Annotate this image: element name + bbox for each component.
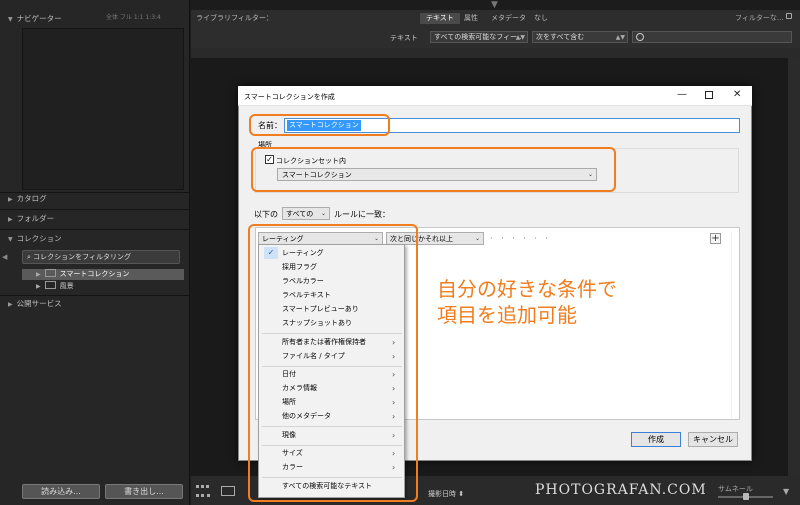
create-button[interactable]: 作成 (631, 432, 681, 447)
grid-view-icon[interactable] (196, 485, 210, 497)
minimize-icon[interactable]: — (677, 89, 687, 101)
match-select-value: すべての (286, 210, 314, 218)
annotation-box-place (251, 147, 616, 192)
chevron-down-icon: ▲▼ (515, 34, 525, 41)
folders-header[interactable]: ▶ フォルダー (8, 212, 54, 226)
catalog-label: カタログ (16, 194, 47, 203)
navigator-title: ナビゲーター (16, 14, 62, 23)
catalog-header[interactable]: ▶ カタログ (8, 192, 47, 206)
maximize-icon[interactable] (705, 91, 713, 99)
navigator-zoom-options[interactable]: 全体 フル 1:1 1:3:4 (106, 12, 161, 21)
triangle-down-icon: ▼ (8, 16, 13, 23)
smart-collection-icon (44, 269, 56, 277)
divider (0, 209, 190, 210)
annotation-text: 自分の好きな条件で 項目を追加可能 (437, 276, 617, 328)
match-select[interactable]: すべての ⌄ (282, 207, 330, 220)
lock-icon[interactable] (786, 13, 792, 19)
export-button[interactable]: 書き出し... (105, 484, 183, 499)
triangle-right-icon: ▶ (36, 283, 41, 290)
triangle-right-icon: ▶ (8, 216, 13, 223)
rule-suffix-label: ルールに一致： (334, 210, 390, 219)
navigator-header[interactable]: ▼ ナビゲーター (8, 12, 62, 26)
search-rule-value: 次をすべて含む (536, 33, 585, 41)
close-icon[interactable]: ✕ (733, 89, 741, 101)
collection-item-label: スマートコレクション (59, 270, 130, 278)
folders-label: フォルダー (16, 214, 55, 223)
search-rule-select[interactable]: 次をすべて含む ▲▼ (532, 31, 628, 43)
rule-prefix-label: 以下の (254, 210, 278, 219)
import-button[interactable]: 読み込み... (22, 484, 100, 499)
collection-item-smart[interactable]: ▶ スマートコレクション (22, 269, 184, 280)
sort-select[interactable]: 撮影日時 ⬍ (428, 489, 464, 499)
tab-attribute[interactable]: 属性 (458, 13, 484, 24)
dialog-title: スマートコレクションを作成 (244, 93, 335, 101)
rules-scrollbar[interactable] (731, 232, 737, 418)
chevron-down-icon: ▲▼ (615, 34, 625, 41)
toolbar-menu-chevron-icon[interactable]: ▼ (783, 487, 789, 496)
cancel-button[interactable]: キャンセル (688, 432, 738, 447)
annotation-box-name (249, 114, 390, 136)
collection-filter-placeholder: コレクションをフィルタリング (33, 253, 132, 261)
rating-stars-input[interactable]: · · · · · · (490, 234, 551, 243)
sort-label: 撮影日時 (428, 490, 456, 498)
navigator-preview (22, 28, 184, 190)
triangle-right-icon: ▶ (8, 301, 13, 308)
tab-none[interactable]: なし (528, 13, 554, 24)
collection-item-landscape[interactable]: ▶ 風景 (22, 281, 184, 292)
collection-item-label: 風景 (59, 282, 74, 290)
left-panel-toggle-icon[interactable]: ◀ (2, 253, 7, 261)
search-icon (636, 33, 644, 41)
search-input[interactable] (632, 31, 792, 43)
triangle-down-icon: ▼ (8, 236, 13, 243)
chevron-down-icon: ⌄ (320, 210, 326, 217)
publish-services-header[interactable]: ▶ 公開サービス (8, 297, 62, 311)
publish-services-label: 公開サービス (16, 299, 62, 308)
text-filter-label: テキスト (390, 34, 418, 42)
annotation-box-menu (248, 224, 418, 502)
library-filter-title: ライブラリフィルター： (196, 14, 273, 22)
collapse-top-arrow-icon[interactable]: ▼ (491, 0, 498, 10)
chevron-down-icon: ⌄ (474, 235, 480, 242)
search-field-select[interactable]: すべての検索可能なフィー... ▲▼ (430, 31, 528, 43)
tab-metadata[interactable]: メタデータ (485, 13, 532, 24)
thumbnail-slider-knob[interactable] (743, 493, 749, 500)
add-rule-button[interactable]: + (710, 233, 721, 244)
loupe-view-icon[interactable] (221, 486, 235, 496)
annotation-line-2: 項目を追加可能 (437, 303, 577, 327)
triangle-right-icon: ▶ (8, 196, 13, 203)
collections-header[interactable]: ▼ コレクション (8, 232, 62, 246)
right-panel-edge (788, 58, 800, 478)
collections-label: コレクション (16, 234, 62, 243)
watermark-logo: PHOTOGRAFAN.COM (535, 482, 707, 498)
collection-icon (44, 281, 56, 289)
triangle-right-icon: ▶ (36, 271, 41, 278)
search-field-value: すべての検索可能なフィー... (434, 33, 524, 41)
collection-filter-input[interactable]: ⌕ コレクションをフィルタリング (22, 250, 180, 264)
divider (0, 295, 190, 296)
tab-text[interactable]: テキスト (420, 13, 460, 24)
filter-off-select[interactable]: フィルターな... (735, 13, 784, 23)
divider (0, 229, 190, 230)
grid-header-strip (191, 48, 800, 58)
annotation-line-1: 自分の好きな条件で (437, 277, 617, 301)
